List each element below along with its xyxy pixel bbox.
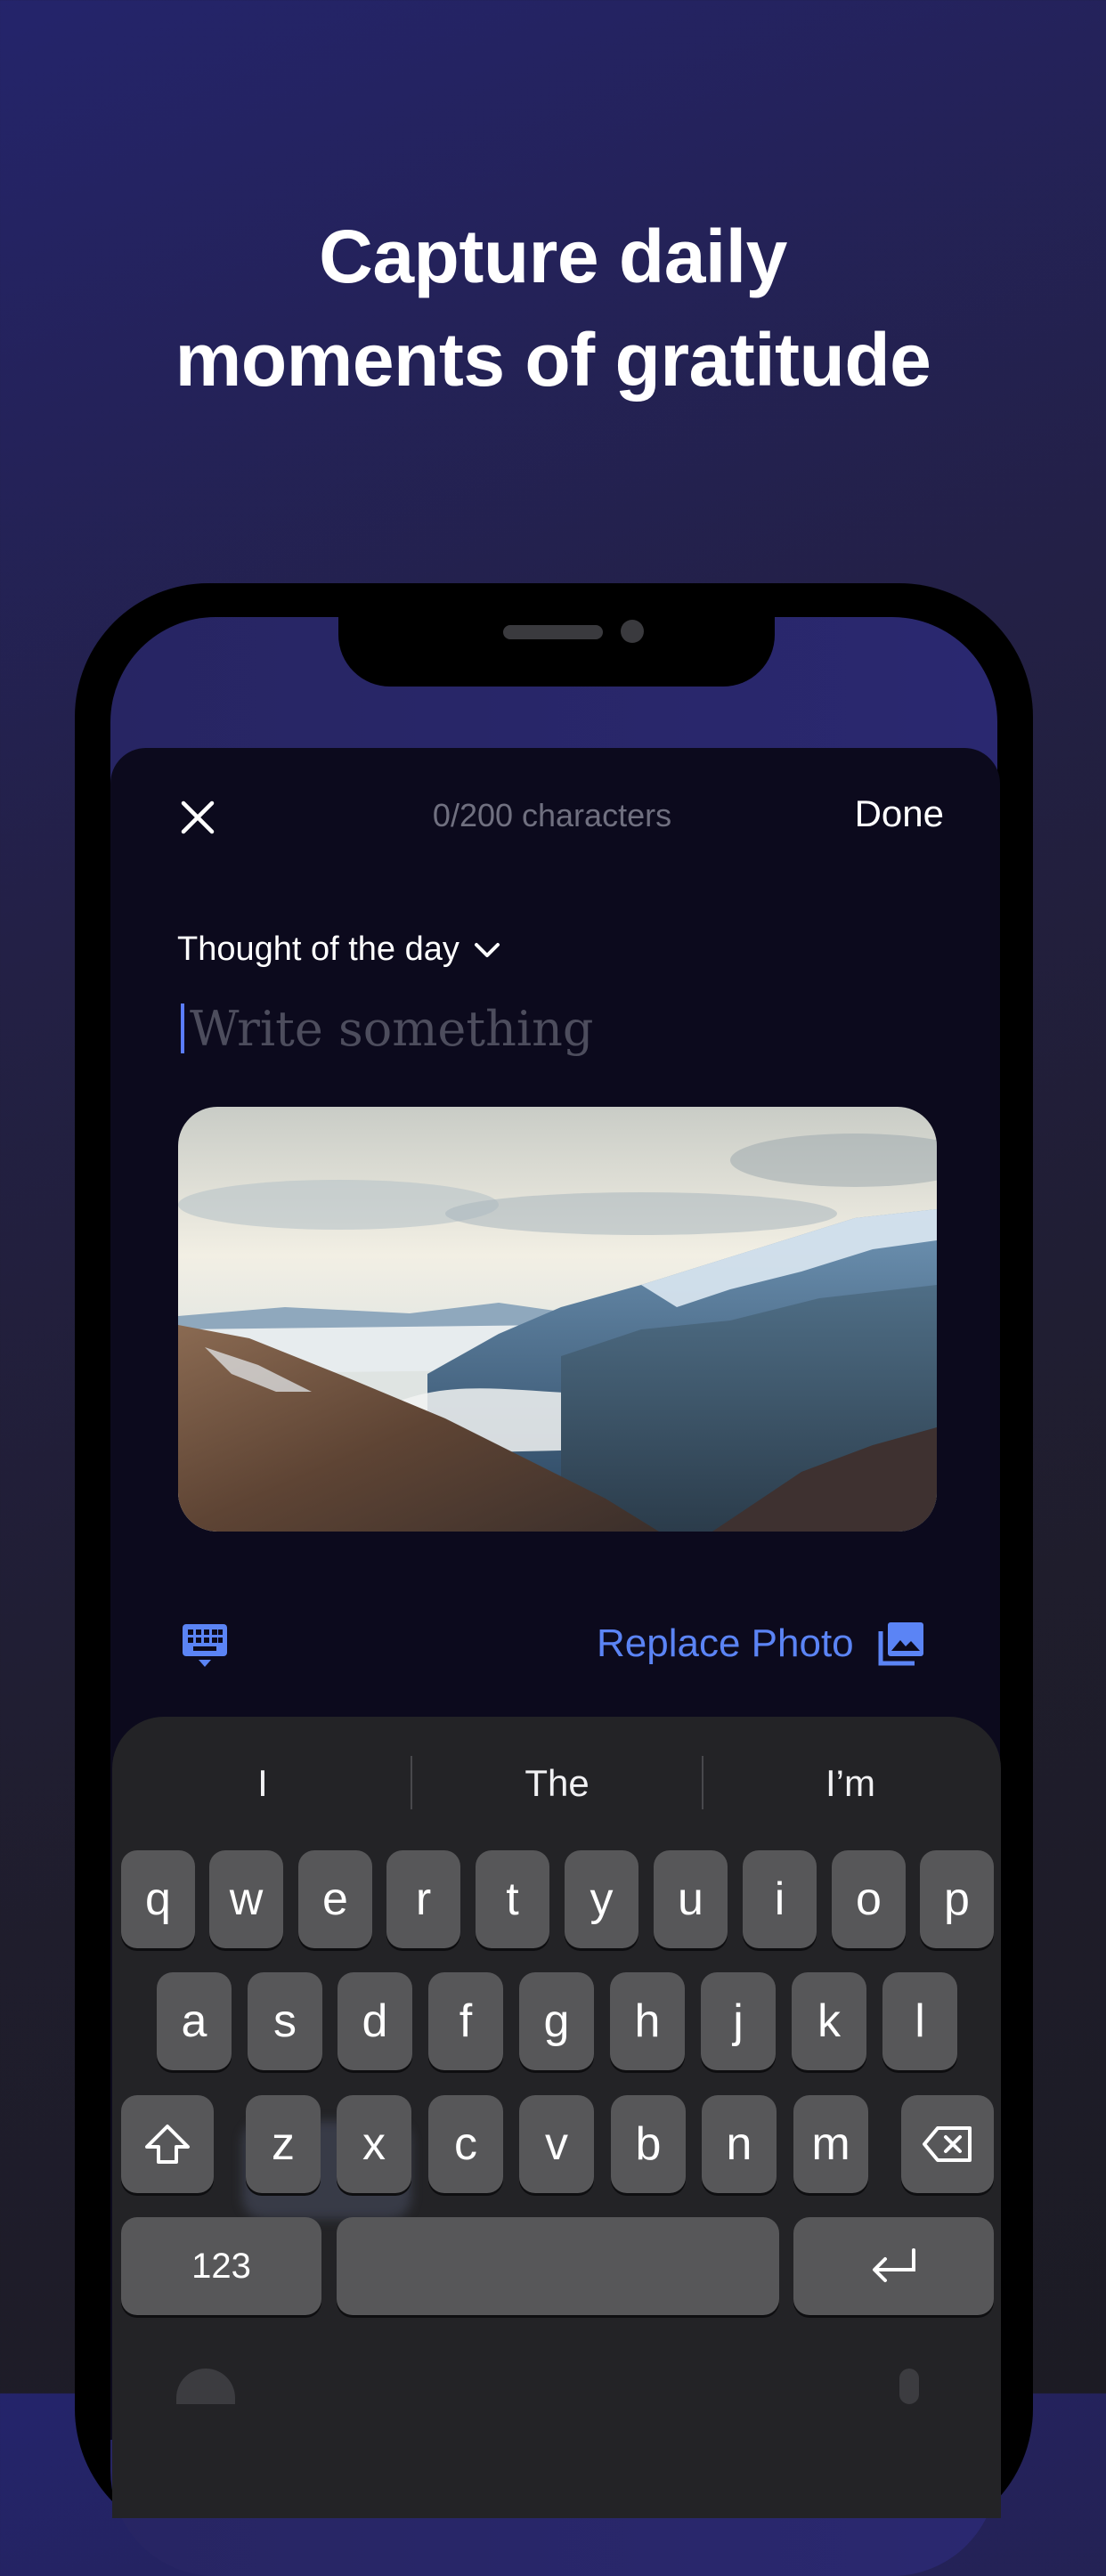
headline-line-2: moments of gratitude	[175, 318, 931, 402]
mountain-photo	[178, 1107, 937, 1532]
phone-camera	[621, 620, 644, 643]
mic-icon[interactable]	[899, 2369, 919, 2404]
suggestion-2[interactable]: The	[412, 1759, 702, 1808]
text-caret	[181, 1004, 184, 1053]
key-r[interactable]: r	[386, 1850, 460, 1948]
phone-speaker	[503, 625, 603, 639]
key-a[interactable]: a	[157, 1972, 232, 2070]
key-g[interactable]: g	[519, 1972, 594, 2070]
key-y[interactable]: y	[565, 1850, 638, 1948]
prompt-dropdown[interactable]: Thought of the day	[177, 930, 502, 969]
space-key[interactable]	[337, 2217, 779, 2315]
suggestion-1[interactable]: I	[116, 1759, 410, 1808]
close-button[interactable]	[180, 800, 216, 835]
replace-photo-button[interactable]: Replace Photo	[597, 1619, 927, 1669]
headline: Capture daily moments of gratitude	[0, 205, 1106, 411]
headline-line-1: Capture daily	[319, 215, 787, 298]
key-f[interactable]: f	[428, 1972, 503, 2070]
key-j[interactable]: j	[701, 1972, 776, 2070]
key-b[interactable]: b	[611, 2095, 686, 2193]
key-d[interactable]: d	[337, 1972, 412, 2070]
key-x[interactable]: x	[337, 2095, 411, 2193]
key-w[interactable]: w	[209, 1850, 283, 1948]
key-l[interactable]: l	[882, 1972, 957, 2070]
done-button[interactable]: Done	[801, 792, 944, 835]
gallery-icon	[878, 1622, 923, 1666]
key-c[interactable]: c	[428, 2095, 503, 2193]
key-s[interactable]: s	[248, 1972, 322, 2070]
key-o[interactable]: o	[832, 1850, 906, 1948]
key-t[interactable]: t	[476, 1850, 549, 1948]
return-icon	[872, 2248, 915, 2282]
return-key[interactable]	[793, 2217, 994, 2315]
entry-text-field[interactable]: Write something	[181, 997, 929, 1060]
key-u[interactable]: u	[654, 1850, 728, 1948]
key-p[interactable]: p	[920, 1850, 994, 1948]
numbers-key[interactable]: 123	[121, 2217, 321, 2315]
key-e[interactable]: e	[298, 1850, 372, 1948]
chevron-down-icon	[474, 942, 500, 957]
key-q[interactable]: q	[121, 1850, 195, 1948]
suggestion-3[interactable]: I’m	[703, 1759, 997, 1808]
keyboard-toggle-button[interactable]	[181, 1622, 229, 1669]
attached-photo[interactable]	[178, 1107, 937, 1532]
close-icon	[181, 800, 215, 834]
key-v[interactable]: v	[519, 2095, 594, 2193]
key-h[interactable]: h	[610, 1972, 685, 2070]
shift-key[interactable]	[121, 2095, 214, 2193]
key-i[interactable]: i	[743, 1850, 817, 1948]
backspace-key[interactable]	[901, 2095, 994, 2193]
prompt-label: Thought of the day	[177, 930, 459, 968]
keyboard-icon	[183, 1624, 227, 1667]
replace-photo-label: Replace Photo	[597, 1621, 854, 1665]
entry-placeholder: Write something	[190, 1000, 594, 1057]
key-k[interactable]: k	[792, 1972, 866, 2070]
character-count: 0/200 characters	[432, 797, 672, 833]
key-m[interactable]: m	[793, 2095, 868, 2193]
backspace-icon	[923, 2126, 972, 2162]
shift-icon	[145, 2125, 190, 2164]
key-z[interactable]: z	[246, 2095, 321, 2193]
key-n[interactable]: n	[702, 2095, 777, 2193]
